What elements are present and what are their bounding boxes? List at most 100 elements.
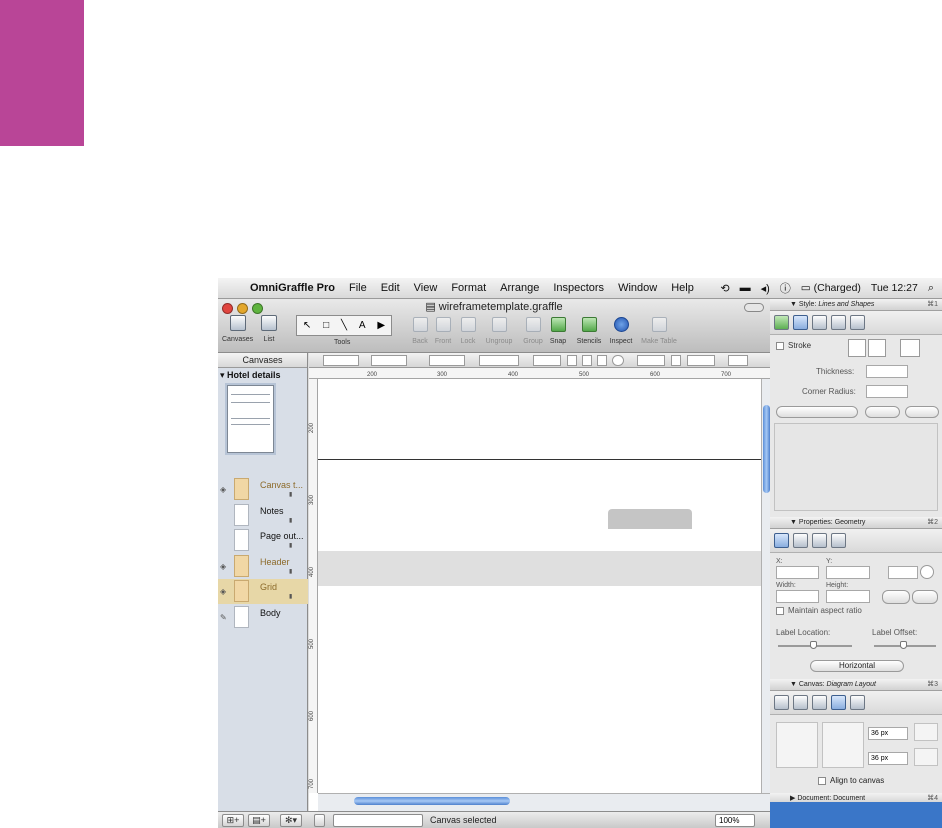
line-tool-icon[interactable]: ╲ <box>341 320 347 331</box>
spacing-vertical-button[interactable] <box>914 748 938 766</box>
selection-tool-icon[interactable]: ↖ <box>303 320 311 331</box>
line-type-popup[interactable] <box>776 406 858 418</box>
note-tab-icon[interactable] <box>831 533 846 548</box>
geometry-width-field[interactable] <box>776 590 819 603</box>
style-inspector-header[interactable]: ▼ Style: Lines and Shapes ⌘1 <box>770 299 942 311</box>
horizontal-scrollbar[interactable] <box>318 793 770 811</box>
canvases-button[interactable]: Canvases <box>222 315 253 343</box>
style-swatch[interactable] <box>582 355 592 366</box>
properties-inspector-header[interactable]: ▼ Properties: Geometry ⌘2 <box>770 517 942 529</box>
action-tab-icon[interactable] <box>812 533 827 548</box>
flip-horizontal-button[interactable] <box>882 590 910 604</box>
tail-popup[interactable] <box>865 406 900 418</box>
spacing-horizontal-button[interactable] <box>914 723 938 741</box>
geometry-tab-icon[interactable] <box>774 533 789 548</box>
align-to-canvas-checkbox[interactable] <box>818 777 826 785</box>
corner-radius-field[interactable] <box>866 385 908 398</box>
time-machine-icon[interactable]: ⟲ <box>720 282 729 295</box>
height-field[interactable] <box>479 355 519 366</box>
spacing-vertical-field[interactable]: 36 px <box>868 752 908 765</box>
menu-app-name[interactable]: OmniGraffle Pro <box>244 282 342 294</box>
layer-notes[interactable]: Notes ▮ <box>218 503 308 528</box>
add-layer-button[interactable]: ▤+ <box>248 814 270 827</box>
menu-view[interactable]: View <box>407 282 445 294</box>
inspect-button[interactable]: Inspect <box>608 317 634 345</box>
alert-icon[interactable]: ⓘ <box>780 280 791 296</box>
grey-band-shape[interactable] <box>318 551 761 586</box>
lock-icon[interactable]: ▮ <box>289 542 292 549</box>
menu-format[interactable]: Format <box>444 282 493 294</box>
lock-icon[interactable]: ▮ <box>289 517 292 524</box>
stroke-field[interactable] <box>687 355 715 366</box>
lock-icon[interactable]: ▮ <box>289 568 292 575</box>
group-button[interactable]: Group <box>520 317 546 345</box>
spotlight-search-icon[interactable]: ⌕ <box>928 282 934 295</box>
corner-style-rounded[interactable] <box>868 339 886 357</box>
rotation-field[interactable] <box>888 566 918 579</box>
stencils-button[interactable]: Stencils <box>576 317 602 345</box>
geometry-height-field[interactable] <box>826 590 870 603</box>
canvas-page[interactable] <box>318 379 761 793</box>
distribution-buttons[interactable] <box>822 722 864 768</box>
ungroup-button[interactable]: Ungroup <box>486 317 512 345</box>
vertical-scroll-thumb[interactable] <box>763 405 770 493</box>
style-tray[interactable] <box>333 814 423 827</box>
more-tools-icon[interactable]: ▶ <box>377 320 385 331</box>
gear-icon[interactable]: ✻▾ <box>280 814 302 827</box>
layer-canvas-template[interactable]: ◈ Canvas t... ▮ <box>218 477 308 502</box>
fill-tab-icon[interactable] <box>774 315 789 330</box>
horizontal-scroll-thumb[interactable] <box>354 797 510 805</box>
line-style-popup[interactable] <box>533 355 561 366</box>
make-table-button[interactable]: Make Table <box>641 317 677 345</box>
spacing-horizontal-field[interactable]: 36 px <box>868 727 908 740</box>
menu-help[interactable]: Help <box>664 282 701 294</box>
edit-layer-pencil-icon[interactable]: ✎ <box>220 613 227 622</box>
aspect-ratio-checkbox[interactable] <box>776 607 784 615</box>
shared-layer-icon[interactable]: ◈ <box>220 587 226 596</box>
fill-style-popup[interactable] <box>637 355 665 366</box>
grid-tab-icon[interactable] <box>793 695 808 710</box>
display-icon[interactable]: ▬ <box>740 282 751 294</box>
flip-vertical-button[interactable] <box>912 590 938 604</box>
shadow-button[interactable] <box>728 355 748 366</box>
alignment-grid[interactable] <box>776 722 818 768</box>
battery-status[interactable]: ▭ (Charged) <box>801 282 861 294</box>
layer-body[interactable]: ✎ Body <box>218 605 308 630</box>
front-button[interactable]: Front <box>430 317 456 345</box>
menu-file[interactable]: File <box>342 282 374 294</box>
layout-tab-icon[interactable] <box>850 695 865 710</box>
connections-tab-icon[interactable] <box>793 533 808 548</box>
menu-edit[interactable]: Edit <box>374 282 407 294</box>
clock[interactable]: Tue 12:27 <box>871 282 918 294</box>
toolbar-toggle-button[interactable] <box>744 303 764 312</box>
shared-layer-icon[interactable]: ◈ <box>220 562 226 571</box>
snap-button[interactable]: Snap <box>545 317 571 345</box>
lock-icon[interactable]: ▮ <box>289 491 292 498</box>
rotation-dial[interactable] <box>612 355 624 366</box>
sidebar-header[interactable]: Canvases <box>218 353 307 368</box>
shared-layer-icon[interactable]: ◈ <box>220 485 226 494</box>
corner-style-square[interactable] <box>848 339 866 357</box>
label-orientation-popup[interactable]: Horizontal <box>810 660 904 672</box>
list-button[interactable]: List <box>261 315 277 343</box>
canvas-thumbnail[interactable] <box>227 385 274 453</box>
zoom-select[interactable]: 100% <box>715 814 755 827</box>
label-offset-knob[interactable] <box>900 641 907 649</box>
width-field[interactable] <box>429 355 465 366</box>
style-swatch[interactable] <box>597 355 607 366</box>
canvas-inspector-header[interactable]: ▼ Canvas: Diagram Layout ⌘3 <box>770 679 942 691</box>
stroke-tab-icon[interactable] <box>793 315 808 330</box>
image-tab-icon[interactable] <box>831 315 846 330</box>
header-divider-line[interactable] <box>318 459 761 460</box>
stroke-color-well[interactable] <box>900 339 920 357</box>
text-tab-icon[interactable] <box>850 315 865 330</box>
menu-window[interactable]: Window <box>611 282 664 294</box>
volume-icon[interactable]: ◂) <box>761 282 770 295</box>
background-tab-icon[interactable] <box>812 695 827 710</box>
head-popup[interactable] <box>905 406 939 418</box>
shape-tool-icon[interactable]: □ <box>323 320 329 331</box>
y-position-field[interactable] <box>371 355 407 366</box>
menu-arrange[interactable]: Arrange <box>493 282 546 294</box>
stroke-checkbox[interactable] <box>776 342 784 350</box>
rotation-dial[interactable] <box>920 565 934 579</box>
